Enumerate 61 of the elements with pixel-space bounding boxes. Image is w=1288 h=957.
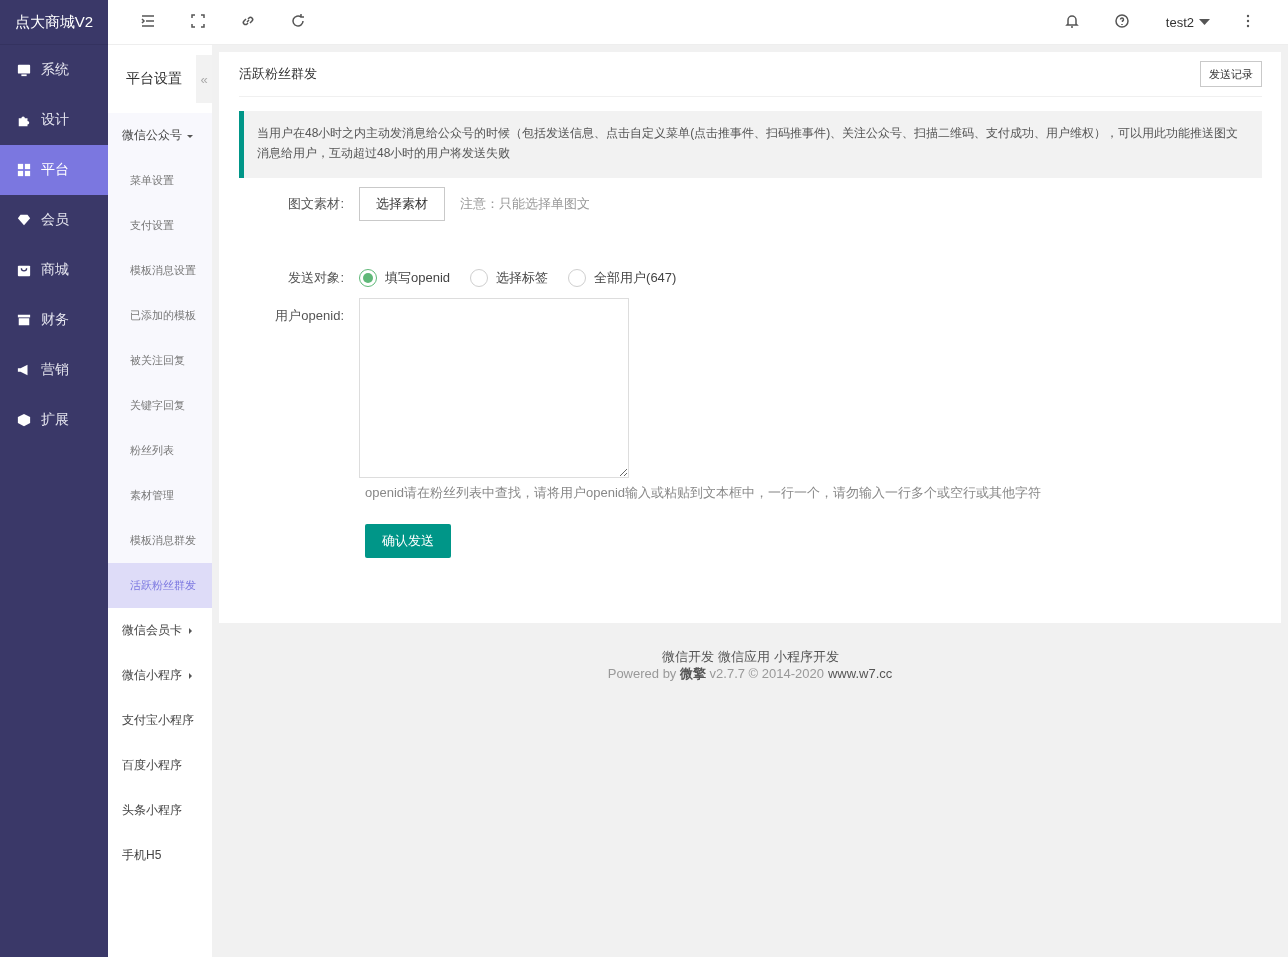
- submenu-group[interactable]: 支付宝小程序: [108, 698, 212, 743]
- help-icon[interactable]: [1113, 13, 1130, 29]
- field-label: 图文素材:: [287, 195, 344, 213]
- send-record-button[interactable]: 发送记录: [1200, 61, 1262, 87]
- nav-item[interactable]: 平台: [0, 145, 108, 195]
- field-label: 用户openid:: [274, 307, 344, 325]
- select-material-button[interactable]: 选择素材: [359, 187, 445, 221]
- nav-item[interactable]: 营销: [0, 345, 108, 395]
- caret-icon: [186, 671, 194, 680]
- nav-item[interactable]: 扩展: [0, 395, 108, 445]
- submenu-title: 平台设置: [126, 70, 182, 88]
- wallet-icon: [17, 313, 31, 327]
- submenu-group[interactable]: 手机H5: [108, 833, 212, 878]
- page-title: 活跃粉丝群发: [239, 65, 317, 83]
- submenu-item[interactable]: 素材管理: [108, 473, 212, 518]
- nav-item[interactable]: 设计: [0, 95, 108, 145]
- submenu-group[interactable]: 微信会员卡: [108, 608, 212, 653]
- nav-item[interactable]: 商城: [0, 245, 108, 295]
- submenu-item[interactable]: 模板消息设置: [108, 248, 212, 293]
- grid-icon: [17, 163, 31, 177]
- caret-icon: [1199, 19, 1210, 25]
- radio-label: 填写openid: [385, 269, 451, 287]
- nav-item[interactable]: 系统: [0, 45, 108, 95]
- submenu-group[interactable]: 微信公众号: [108, 113, 212, 158]
- diamond-icon: [17, 213, 31, 227]
- bag-icon: [17, 263, 31, 277]
- radio-option[interactable]: 选择标签: [470, 269, 549, 287]
- submenu-item[interactable]: 菜单设置: [108, 158, 212, 203]
- submenu-group[interactable]: 百度小程序: [108, 743, 212, 788]
- site-link[interactable]: www.w7.cc: [828, 665, 893, 682]
- field-label: 发送对象:: [287, 269, 344, 287]
- powered-by-text: Powered by 微擎 v2.7.7 © 2014-2020: [607, 665, 824, 682]
- footer-link[interactable]: 微信开发: [661, 648, 714, 665]
- submenu-item[interactable]: 粉丝列表: [108, 428, 212, 473]
- confirm-send-button[interactable]: 确认发送: [365, 524, 451, 558]
- submenu-item[interactable]: 支付设置: [108, 203, 212, 248]
- bell-icon[interactable]: [1063, 13, 1080, 29]
- megaphone-icon: [17, 363, 31, 377]
- submenu-item[interactable]: 模板消息群发: [108, 518, 212, 563]
- menu-icon[interactable]: [140, 13, 156, 29]
- monitor-icon: [17, 63, 31, 77]
- submenu-group[interactable]: 头条小程序: [108, 788, 212, 833]
- radio-option[interactable]: 全部用户(647): [568, 269, 677, 287]
- radio-option[interactable]: 填写openid: [359, 269, 451, 287]
- submenu-group[interactable]: 微信小程序: [108, 653, 212, 698]
- footer-link[interactable]: 小程序开发: [773, 648, 839, 665]
- radio-label: 全部用户(647): [594, 269, 677, 287]
- footer-link[interactable]: 微信应用: [717, 648, 770, 665]
- help-text: openid请在粉丝列表中查找，请将用户openid输入或粘贴到文本框中，一行一个，请勿输入一行多个或空行或其他字符: [365, 484, 1043, 502]
- user-menu[interactable]: test2: [1165, 14, 1210, 30]
- nav-item[interactable]: 财务: [0, 295, 108, 345]
- refresh-icon[interactable]: [290, 13, 306, 29]
- notice-text: 当用户在48小时之内主动发消息给公众号的时候（包括发送信息、点击自定义菜单(点击推事件、扫码推事件)、关注公众号、扫描二维码、支付成功、用户维权），可以用此功能推送图文消息给用户，互动超过48小时的用户将发送失败: [239, 111, 1262, 178]
- submenu-item[interactable]: 已添加的模板: [108, 293, 212, 338]
- radio-label: 选择标签: [496, 269, 549, 287]
- hint-text: 注意：只能选择单图文: [460, 195, 590, 213]
- fullscreen-icon[interactable]: [190, 13, 206, 29]
- caret-icon: [186, 626, 194, 635]
- nav-item[interactable]: 会员: [0, 195, 108, 245]
- submenu-item[interactable]: 被关注回复: [108, 338, 212, 383]
- submenu-item[interactable]: 关键字回复: [108, 383, 212, 428]
